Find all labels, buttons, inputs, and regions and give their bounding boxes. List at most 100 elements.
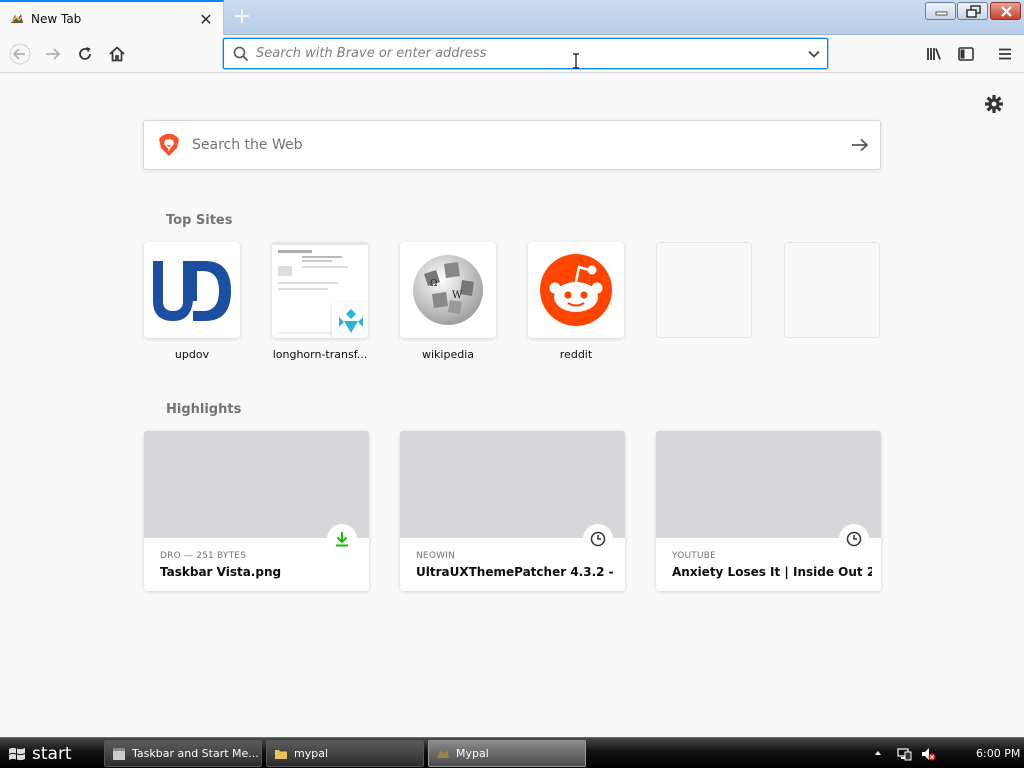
tranxfer-logo-icon: [339, 309, 363, 333]
system-tray: 6:00 PM: [864, 738, 1024, 768]
top-site-tile: [144, 242, 240, 338]
favicon-badge: [332, 302, 368, 338]
top-site-longhorn[interactable]: longhorn-transf...: [272, 242, 368, 361]
taskbar-button-label: Taskbar and Start Me...: [132, 747, 259, 760]
tab-new-tab[interactable]: New Tab ✕: [0, 0, 224, 36]
brave-lion-icon: [159, 134, 179, 156]
highlight-thumbnail: [144, 431, 369, 538]
highlight-badge: [583, 524, 613, 554]
tray-expand-icon[interactable]: [874, 749, 882, 757]
clock[interactable]: 6:00 PM: [976, 747, 1020, 760]
top-site-label: longhorn-transf...: [272, 348, 368, 361]
navigation-toolbar: [0, 35, 1024, 73]
new-tab-button[interactable]: +: [229, 4, 255, 30]
chevron-down-icon: [808, 50, 820, 58]
back-button[interactable]: [5, 39, 35, 69]
restore-window-button[interactable]: [957, 2, 988, 20]
top-site-tile: [272, 242, 368, 338]
taskbar-button[interactable]: Mypal: [428, 740, 586, 767]
top-site-reddit[interactable]: reddit: [528, 242, 624, 361]
highlight-source: NEOWIN: [416, 551, 455, 561]
close-window-icon: [1001, 6, 1012, 17]
address-input[interactable]: [256, 39, 801, 68]
top-site-label: updov: [174, 348, 210, 361]
highlight-badge: [327, 524, 357, 554]
top-site-label: wikipedia: [421, 348, 474, 361]
highlight-thumbnail: [400, 431, 625, 538]
minimize-window-button[interactable]: [925, 2, 956, 20]
home-icon: [109, 46, 125, 62]
address-bar[interactable]: [223, 38, 828, 69]
top-site-tile: [656, 242, 752, 338]
reload-button[interactable]: [70, 39, 100, 69]
top-site-empty-slot[interactable]: [784, 242, 880, 338]
clock-icon: [590, 531, 606, 547]
highlight-card[interactable]: NEOWIN UltraUXThemePatcher 4.3.2 - N...: [400, 431, 625, 591]
arrow-right-icon: [852, 138, 869, 152]
top-sites-heading: Top Sites: [166, 213, 233, 228]
highlight-card[interactable]: YOUTUBE Anxiety Loses It | Inside Out 2 …: [656, 431, 881, 591]
mypal-icon: [437, 748, 449, 758]
highlight-thumbnail: [656, 431, 881, 538]
taskbar-button-label: mypal: [294, 747, 329, 760]
text-cursor-icon: [573, 53, 579, 69]
taskbar-button[interactable]: Taskbar and Start Me...: [104, 740, 262, 767]
highlight-source: YOUTUBE: [672, 551, 717, 561]
explorer-icon: [113, 747, 125, 760]
taskbar: start Taskbar and Start Me... mypal Mypa…: [0, 737, 1024, 768]
library-icon: [927, 48, 941, 60]
top-site-empty-slot[interactable]: [656, 242, 752, 338]
highlight-title: Taskbar Vista.png: [160, 565, 282, 579]
sidebar-button[interactable]: [951, 39, 981, 69]
clock-icon: [846, 531, 862, 547]
search-submit-button[interactable]: [840, 138, 880, 152]
sidebar-icon: [958, 47, 974, 61]
top-site-tile: Ω W: [400, 242, 496, 338]
highlights-heading: Highlights: [166, 402, 242, 417]
top-site-label: reddit: [559, 348, 593, 361]
start-label: start: [32, 743, 72, 764]
top-site-updov[interactable]: updov: [144, 242, 240, 361]
taskbar-button[interactable]: mypal: [266, 740, 424, 767]
close-window-button[interactable]: [990, 2, 1021, 20]
network-icon[interactable]: [896, 746, 912, 762]
search-icon: [233, 46, 249, 61]
wikipedia-globe-icon: Ω W: [413, 255, 483, 325]
top-site-tile: [528, 242, 624, 338]
address-dropdown-button[interactable]: [801, 49, 827, 59]
menu-button[interactable]: [990, 39, 1020, 69]
folder-icon: [275, 749, 287, 759]
download-icon: [336, 532, 348, 547]
web-search-box[interactable]: [143, 120, 881, 170]
updov-logo-icon: [153, 261, 231, 321]
restore-icon: [966, 5, 981, 18]
highlight-card[interactable]: DRO — 251 BYTES Taskbar Vista.png: [144, 431, 369, 591]
highlight-badge: [839, 524, 869, 554]
web-search-input[interactable]: [192, 137, 840, 153]
taskbar-button-label: Mypal: [456, 747, 489, 760]
top-site-wikipedia[interactable]: Ω W wikipedia: [400, 242, 496, 361]
reddit-alien-icon: [540, 254, 612, 326]
svg-text:Ω: Ω: [430, 279, 437, 289]
highlight-title: UltraUXThemePatcher 4.3.2 - N...: [416, 565, 616, 579]
hamburger-menu-icon: [999, 48, 1011, 60]
highlight-source: DRO — 251 BYTES: [160, 551, 247, 561]
reload-icon: [79, 47, 91, 60]
tab-title: New Tab: [31, 12, 82, 26]
forward-arrow-icon: [46, 48, 61, 60]
highlight-title: Anxiety Loses It | Inside Out 2 (In...: [672, 565, 872, 579]
svg-text:W: W: [452, 290, 463, 301]
windows-flag-icon: [9, 747, 25, 760]
top-site-tile: [784, 242, 880, 338]
forward-button[interactable]: [38, 39, 68, 69]
start-button[interactable]: start: [0, 738, 92, 768]
back-arrow-icon: [9, 43, 31, 65]
volume-muted-icon[interactable]: [920, 746, 936, 762]
mypal-favicon-icon: [11, 14, 23, 23]
close-tab-icon[interactable]: ✕: [195, 8, 217, 30]
minimize-icon: [935, 11, 948, 16]
tab-strip: New Tab ✕ +: [0, 0, 1024, 36]
home-button[interactable]: [102, 39, 132, 69]
gear-icon[interactable]: [984, 94, 1004, 114]
library-button[interactable]: [919, 39, 949, 69]
